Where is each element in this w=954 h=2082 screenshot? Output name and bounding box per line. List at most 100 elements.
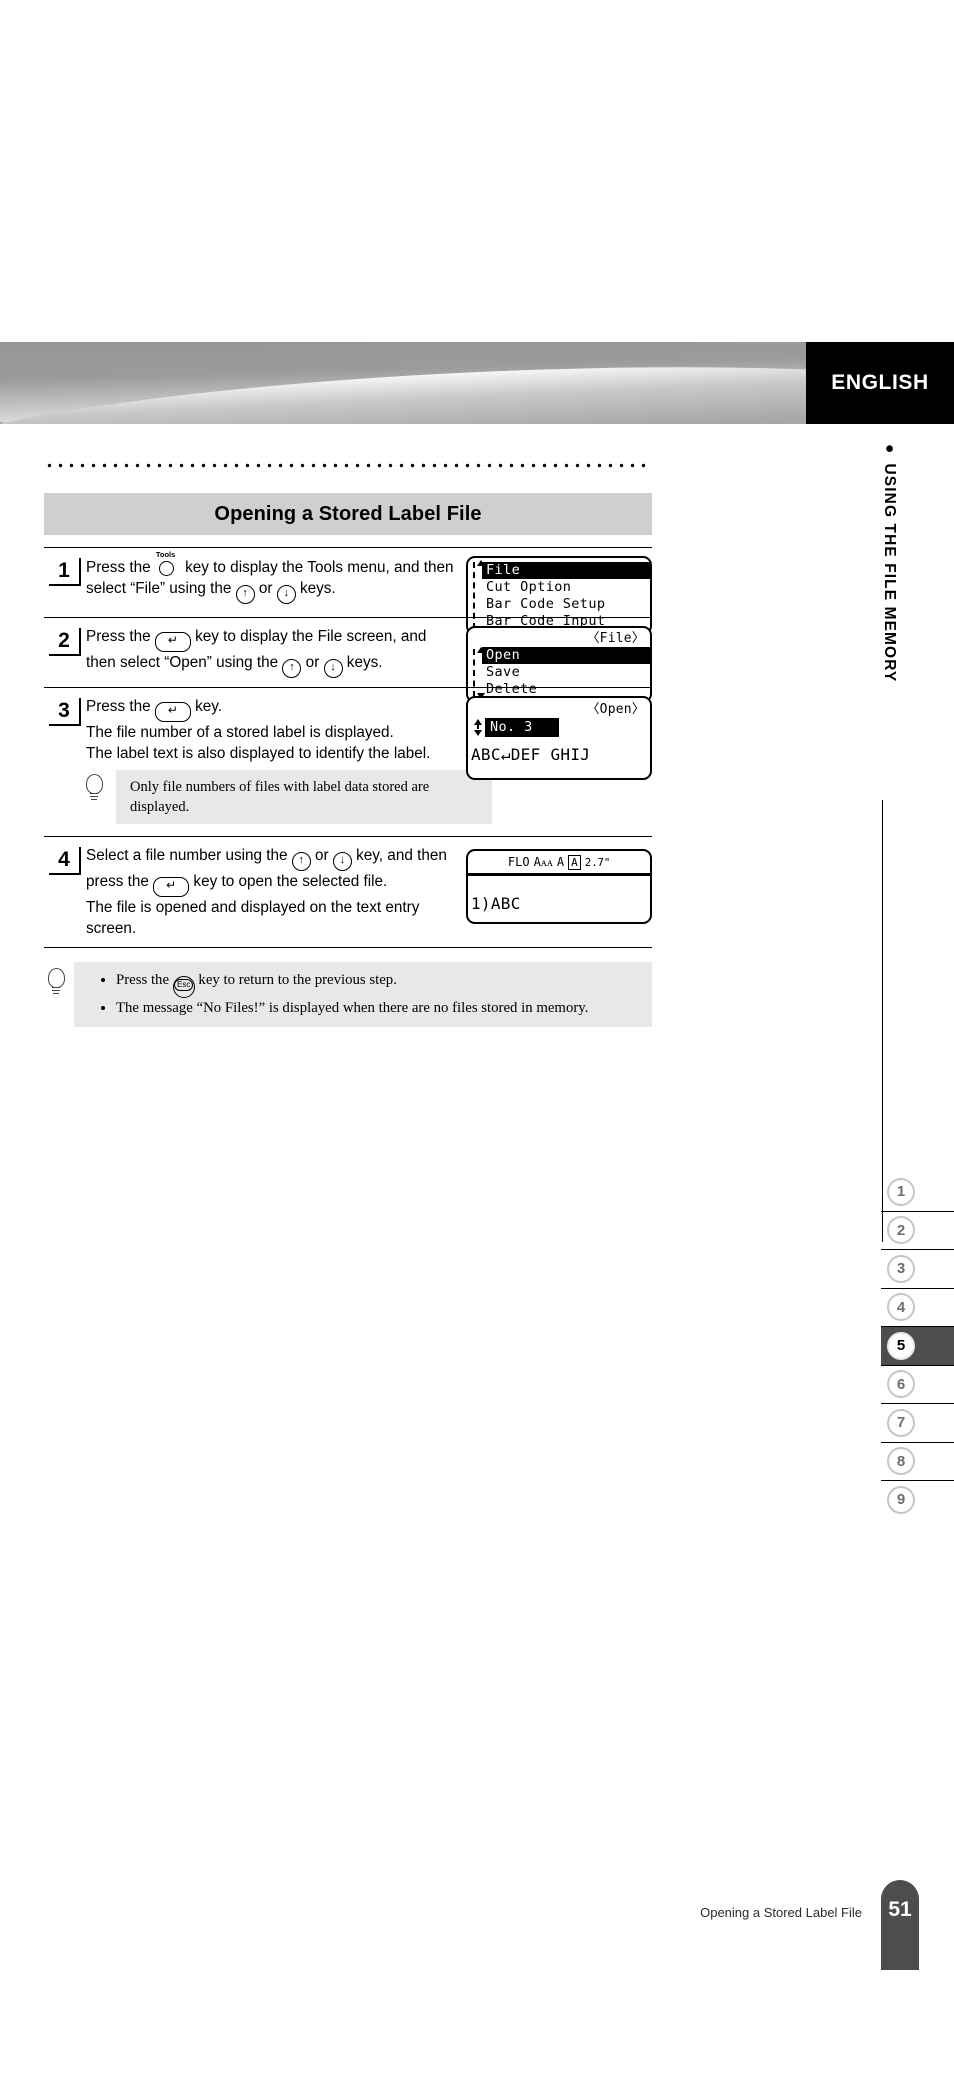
status-label-length: 2.7"	[584, 855, 611, 869]
status-style-icon: A	[556, 855, 565, 869]
scroll-down-arrow-icon	[474, 729, 482, 736]
lcd-menu-item: Bar Code Setup	[486, 596, 606, 612]
page-tab-number: 9	[887, 1485, 915, 1514]
tip-box-footer: Press the Esc key to return to the previ…	[48, 962, 652, 1027]
step-line-3: The file is opened and displayed on the …	[86, 899, 420, 916]
step-list: 1 Press the Tools key to display the Too…	[44, 547, 652, 948]
scroll-up-arrow-icon	[476, 560, 485, 566]
bulb-base	[89, 796, 98, 798]
lcd-menu-item: Save	[486, 664, 521, 680]
lightbulb-icon	[46, 968, 66, 996]
page-title: Opening a Stored Label File	[44, 493, 652, 535]
page-content: Opening a Stored Label File 1 Press the …	[44, 463, 652, 1027]
status-size-icon: Aᴀᴀ	[533, 854, 553, 869]
step-text-part: or	[301, 654, 324, 671]
bulb-base	[51, 990, 60, 992]
step-text: Select a file number using the ↑ or ↓ ke…	[86, 845, 454, 939]
tip-text-part: key to return to the previous step.	[194, 972, 397, 988]
lcd-selected-file-number: No. 3	[485, 718, 559, 737]
header-banner: ENGLISH	[0, 342, 954, 424]
step-text-part: keys.	[342, 654, 383, 671]
enter-key-icon: ↵	[154, 632, 191, 652]
tools-key-icon: Tools	[155, 551, 181, 576]
down-arrow-key-icon: ↓	[332, 852, 352, 871]
page-tab-number: 1	[887, 1177, 915, 1206]
bulb-base	[51, 987, 60, 989]
step-line-3: The label text is also displayed to iden…	[86, 745, 431, 762]
bulb-glass	[48, 968, 65, 988]
step-number: 1	[49, 558, 81, 586]
step-2: 2 Press the ↵ key to display the File sc…	[44, 617, 652, 703]
step-text-part: or	[254, 580, 277, 597]
page-tab-number: 2	[887, 1216, 915, 1245]
page-tab-number: 8	[887, 1447, 915, 1476]
tip-bullet: Press the Esc key to return to the previ…	[116, 970, 644, 998]
enter-key-icon: ↵	[153, 877, 190, 897]
up-arrow-key-icon: ↑	[282, 659, 302, 678]
step-text-part: Press the	[86, 698, 155, 715]
page-tab-number: 5	[887, 1331, 915, 1360]
page-tab-2[interactable]: 2	[881, 1210, 954, 1250]
up-arrow-key-icon: ↑	[291, 852, 311, 871]
tools-key-ring	[158, 561, 174, 576]
lightbulb-icon	[84, 774, 104, 802]
arrow-stem	[477, 723, 479, 729]
page-tab-number: 3	[887, 1254, 915, 1283]
status-frame-icon: A	[568, 854, 581, 870]
page-tab-3[interactable]: 3	[881, 1249, 954, 1288]
scroll-up-arrow-icon	[476, 647, 485, 653]
tools-key-label: Tools	[155, 550, 176, 559]
esc-key-icon: Esc	[172, 976, 195, 998]
dotted-rule	[44, 463, 652, 468]
page-tab-4[interactable]: 4	[881, 1287, 954, 1327]
lcd-menu-item: File	[482, 562, 650, 579]
enter-key-icon: ↵	[154, 702, 191, 722]
page-tab-9[interactable]: 9	[881, 1480, 954, 1519]
bulb-base	[90, 799, 97, 801]
tip-text-part: Press the	[116, 972, 173, 988]
bulb-base	[89, 793, 98, 795]
page-footer: Opening a Stored Label File 51	[0, 1880, 954, 1970]
lcd-menu-item: Cut Option	[486, 579, 572, 595]
language-badge: ENGLISH	[806, 342, 954, 424]
step-text: Press the ↵ key. The file number of a st…	[86, 696, 454, 764]
step-number: 2	[49, 628, 81, 656]
step-line-2: The file number of a stored label is dis…	[86, 724, 394, 741]
step-text-part: key to open the selected file.	[189, 873, 388, 890]
side-rail: ● USING THE FILE MEMORY 1 2 3 4 5 6 7 8 9	[860, 440, 954, 1750]
tip-box-step3: Only file numbers of files with label da…	[86, 770, 492, 824]
tip-bullet-list: Press the Esc key to return to the previ…	[102, 970, 644, 1019]
step-text-part: key.	[190, 698, 223, 715]
bulb-glass	[86, 774, 103, 794]
page-tab-6[interactable]: 6	[881, 1364, 954, 1404]
page-tab-8[interactable]: 8	[881, 1441, 954, 1481]
tip-text: Only file numbers of files with label da…	[130, 779, 430, 815]
page-tab-5[interactable]: 5	[881, 1326, 954, 1365]
lcd-screen-title: 〈File〉	[586, 631, 645, 646]
lcd-entry-text: 1)ABC	[471, 894, 521, 913]
lcd-screen-text-entry: FLO Aᴀᴀ A A 2.7" 1)ABC	[466, 849, 652, 924]
page-tab-number: 4	[887, 1293, 915, 1322]
status-font-name: FLO	[507, 855, 530, 869]
down-arrow-key-icon: ↓	[276, 585, 296, 604]
lcd-status-bar: FLO Aᴀᴀ A A 2.7"	[468, 851, 650, 876]
step-text: Press the Tools key to display the Tools…	[86, 551, 454, 604]
updown-arrow-icon	[471, 718, 485, 737]
lcd-label-text: ABC↵DEF GHIJ	[471, 745, 591, 764]
page-tab-7[interactable]: 7	[881, 1403, 954, 1442]
lcd-screen-title: 〈Open〉	[586, 702, 645, 717]
tip-bullet: The message “No Files!” is displayed whe…	[116, 998, 644, 1019]
lcd-menu-item: Open	[482, 647, 650, 664]
step-text-part: keys.	[295, 580, 336, 597]
page-tab-number: 6	[887, 1370, 915, 1399]
down-arrow-key-icon: ↓	[323, 659, 343, 678]
up-arrow-key-icon: ↑	[235, 585, 255, 604]
footer-caption: Opening a Stored Label File	[700, 1905, 862, 1920]
bulb-base	[52, 993, 59, 995]
step-text: Press the ↵ key to display the File scre…	[86, 626, 454, 678]
lcd-screen-open: 〈Open〉 No. 3 ABC↵DEF GHIJ	[466, 696, 652, 780]
page-tab-1[interactable]: 1	[881, 1173, 954, 1211]
banner-graphic	[0, 342, 806, 424]
step-line-4: screen.	[86, 920, 137, 937]
footer-page-number: 51	[881, 1880, 919, 1970]
